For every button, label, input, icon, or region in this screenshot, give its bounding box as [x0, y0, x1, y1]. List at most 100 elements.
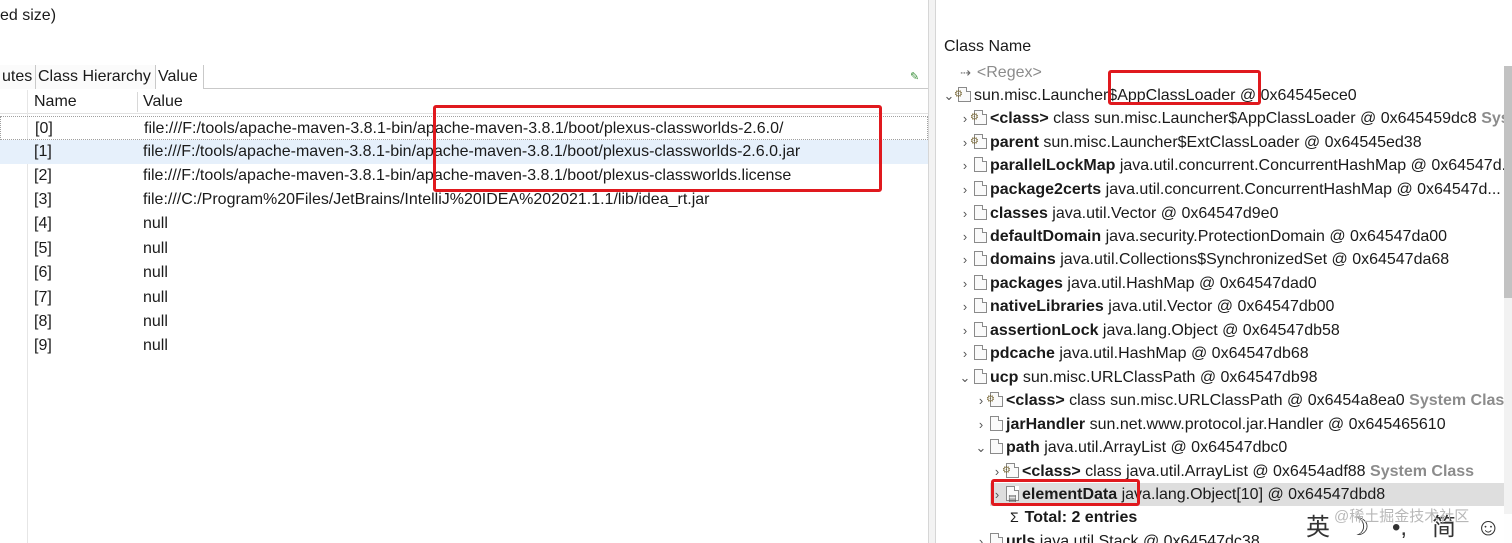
field-value: java.util.concurrent.ConcurrentHashMap @…: [1101, 181, 1501, 198]
tree-node-expanded[interactable]: ⌄ path java.util.ArrayList @ 0x64547dbc0: [974, 436, 1287, 459]
field-value: sun.net.www.protocol.jar.Handler @ 0x645…: [1085, 416, 1446, 433]
tree-node[interactable]: ›<class> class sun.misc.Launcher$AppClas…: [958, 106, 1512, 130]
ime-language-toggle[interactable]: 英: [1306, 514, 1330, 542]
column-header-class-name[interactable]: Class Name: [944, 38, 1031, 56]
total-label: Total: 2 entries: [1024, 509, 1138, 526]
column-divider[interactable]: [137, 92, 138, 112]
field-icon: [990, 439, 1003, 454]
table-row[interactable]: [5] null: [0, 237, 928, 261]
tree-node[interactable]: › defaultDomain java.security.ProtectionD…: [958, 225, 1447, 248]
cell-value: null: [143, 313, 168, 330]
field-icon: [990, 416, 1003, 431]
tab-class-hierarchy[interactable]: Class Hierarchy: [36, 65, 156, 89]
regex-icon: ⇢: [960, 65, 971, 80]
chevron-right-icon[interactable]: ›: [958, 202, 972, 225]
chevron-right-icon[interactable]: ›: [974, 413, 988, 436]
chevron-right-icon[interactable]: ›: [958, 319, 972, 342]
field-icon: [974, 345, 987, 360]
cell-name: [6]: [34, 264, 52, 281]
tree-node[interactable]: › domains java.util.Collections$Synchroni…: [958, 248, 1449, 271]
pane-title-fragment: ed size): [0, 7, 57, 24]
debugger-window: ed size) utes Class Hierarchy Value ✎ Na…: [0, 0, 1512, 543]
chevron-down-icon[interactable]: ⌄: [958, 366, 972, 389]
field-name: path: [1006, 439, 1040, 456]
sigma-icon: Σ: [1010, 509, 1019, 525]
tree-node[interactable]: › jarHandler sun.net.www.protocol.jar.Han…: [974, 413, 1446, 436]
cell-name: [7]: [34, 289, 52, 306]
chevron-right-icon[interactable]: ›: [958, 342, 972, 365]
field-name: jarHandler: [1006, 416, 1086, 433]
field-value: java.lang.Object @ 0x64547db58: [1098, 322, 1340, 339]
cell-name: [8]: [34, 313, 52, 330]
scrollbar-thumb[interactable]: [1504, 66, 1512, 298]
system-class-label: System Class: [1409, 392, 1512, 409]
tree-node[interactable]: › package2certs java.util.concurrent.Conc…: [958, 178, 1501, 201]
field-value: class sun.misc.Launcher$AppClassLoader @…: [1048, 110, 1482, 127]
tree-node[interactable]: › assertionLock java.lang.Object @ 0x6454…: [958, 319, 1340, 342]
field-name: domains: [990, 251, 1056, 268]
table-row[interactable]: [4] null: [0, 212, 928, 236]
table-row[interactable]: [6] null: [0, 261, 928, 285]
tree-node[interactable]: › pdcache java.util.HashMap @ 0x64547db68: [958, 342, 1309, 365]
field-value: sun.misc.URLClassPath @ 0x64547db98: [1018, 369, 1318, 386]
table-row[interactable]: [9] null: [0, 334, 928, 358]
cell-value: null: [143, 240, 168, 257]
tree-node[interactable]: › parallelLockMap java.util.concurrent.Co…: [958, 154, 1512, 177]
field-value: java.util.HashMap @ 0x64547dad0: [1062, 275, 1317, 292]
table-row[interactable]: [7] null: [0, 286, 928, 310]
tree-node[interactable]: ›parent sun.misc.Launcher$ExtClassLoader…: [958, 130, 1422, 154]
tree-node[interactable]: ›<class> class sun.misc.URLClassPath @ 0…: [974, 388, 1512, 412]
tree-node[interactable]: › packages java.util.HashMap @ 0x64547dad…: [958, 272, 1317, 295]
column-header-value[interactable]: Value: [143, 90, 183, 114]
field-name: ucp: [990, 369, 1019, 386]
tree-node[interactable]: › nativeLibraries java.util.Vector @ 0x64…: [958, 295, 1334, 318]
tree-node-expanded[interactable]: ⌄ ucp sun.misc.URLClassPath @ 0x64547db98: [958, 366, 1318, 389]
tab-attributes[interactable]: utes: [0, 65, 36, 89]
chevron-right-icon[interactable]: ›: [974, 530, 988, 543]
field-icon: [974, 205, 987, 220]
field-icon: [974, 157, 987, 172]
field-icon: [974, 181, 987, 196]
cell-value: null: [143, 264, 168, 281]
field-icon: [974, 298, 987, 313]
field-value: java.security.ProtectionDomain @ 0x64547…: [1101, 228, 1448, 245]
pin-icon[interactable]: ✎: [910, 70, 922, 83]
object-inspector-pane: ed size) utes Class Hierarchy Value ✎ Na…: [0, 0, 928, 543]
tree-node[interactable]: › urls java.util.Stack @ 0x64547dc38: [974, 530, 1260, 543]
field-icon: [990, 533, 1003, 543]
field-value: java.lang.Object[10] @ 0x64547dbd8: [1117, 486, 1386, 503]
class-icon: [986, 388, 1003, 411]
tree-node[interactable]: › classes java.util.Vector @ 0x64547d9e0: [958, 202, 1278, 225]
field-value: sun.misc.Launcher$ExtClassLoader @ 0x645…: [1038, 134, 1422, 151]
field-name: <class>: [1006, 392, 1065, 409]
cell-name: [4]: [34, 215, 52, 232]
regex-filter-input[interactable]: <Regex>: [977, 64, 1042, 81]
regex-filter-row[interactable]: ⇢ <Regex>: [960, 61, 1042, 84]
field-name: packages: [990, 275, 1063, 292]
class-loader-icon: [954, 83, 971, 106]
field-name: defaultDomain: [990, 228, 1102, 245]
annotation-highlight-box: [991, 479, 1140, 506]
chevron-right-icon[interactable]: ›: [958, 225, 972, 248]
inspector-tabs: utes Class Hierarchy Value ✎: [0, 65, 928, 89]
cell-value: null: [143, 289, 168, 306]
table-row[interactable]: [8] null: [0, 310, 928, 334]
field-name: urls: [1006, 533, 1036, 543]
cell-value: null: [143, 215, 168, 232]
tab-value[interactable]: Value: [156, 65, 204, 89]
pane-splitter[interactable]: [928, 0, 936, 543]
chevron-right-icon[interactable]: ›: [958, 272, 972, 295]
chevron-right-icon[interactable]: ›: [958, 248, 972, 271]
class-icon: [1002, 459, 1019, 482]
emoji-icon[interactable]: ☺: [1476, 514, 1501, 542]
chevron-right-icon[interactable]: ›: [958, 295, 972, 318]
field-value: class java.util.ArrayList @ 0x6454adf88: [1080, 463, 1371, 480]
chevron-right-icon[interactable]: ›: [958, 154, 972, 177]
class-icon: [970, 106, 987, 129]
chevron-right-icon[interactable]: ›: [958, 178, 972, 201]
field-name: pdcache: [990, 345, 1055, 362]
field-icon: [974, 251, 987, 266]
chevron-down-icon[interactable]: ⌄: [974, 436, 988, 459]
column-header-name[interactable]: Name: [34, 90, 77, 114]
annotation-highlight-box: [1108, 70, 1261, 105]
